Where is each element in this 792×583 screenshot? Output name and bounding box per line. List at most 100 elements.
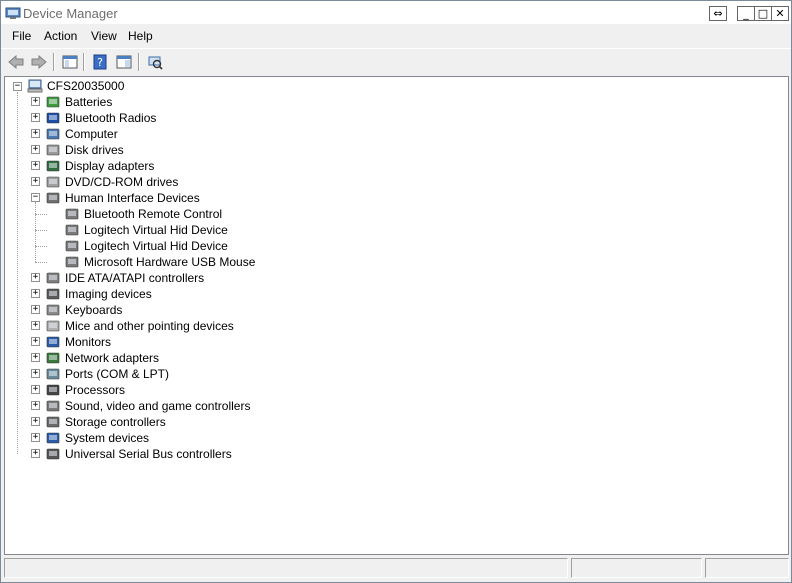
svg-text:?: ? — [97, 56, 103, 69]
device-manager-window: Device Manager ⇔ _ □ ✕ File Action View … — [0, 0, 792, 583]
port-icon — [46, 368, 60, 380]
window-title: Device Manager — [23, 6, 118, 21]
forward-icon[interactable] — [29, 53, 49, 71]
tree-category-label[interactable]: Mice and other pointing devices — [65, 318, 234, 334]
tree-root-label[interactable]: CFS20035000 — [47, 78, 124, 94]
properties-icon[interactable] — [114, 53, 134, 71]
system-icon — [46, 432, 60, 444]
tree-connector — [17, 92, 18, 454]
menu-action[interactable]: Action — [44, 29, 77, 43]
tree-device-label[interactable]: Microsoft Hardware USB Mouse — [84, 254, 255, 270]
tree-category-label[interactable]: Universal Serial Bus controllers — [65, 446, 232, 462]
tree-category-label[interactable]: Storage controllers — [65, 414, 166, 430]
close-button[interactable]: ✕ — [771, 6, 789, 21]
tree-category-label[interactable]: DVD/CD-ROM drives — [65, 174, 178, 190]
show-hide-console-tree-icon[interactable] — [60, 53, 80, 71]
tree-device-label[interactable]: Bluetooth Remote Control — [84, 206, 222, 222]
hid-device-icon — [65, 240, 79, 252]
computer-icon — [46, 128, 60, 140]
menu-view[interactable]: View — [91, 29, 117, 43]
tree-category-label[interactable]: Processors — [65, 382, 125, 398]
toolbar: ? — [1, 48, 791, 75]
expand-toggle[interactable]: + — [31, 449, 40, 458]
expand-toggle[interactable]: + — [31, 273, 40, 282]
tree-category-label[interactable]: Computer — [65, 126, 118, 142]
tree-category-label[interactable]: Monitors — [65, 334, 111, 350]
expand-toggle[interactable]: + — [31, 417, 40, 426]
restore-icon[interactable]: ⇔ — [709, 6, 727, 21]
expand-toggle[interactable]: + — [31, 321, 40, 330]
tree-category-label[interactable]: Human Interface Devices — [65, 190, 200, 206]
hid-device-icon — [65, 256, 79, 268]
scan-hardware-icon[interactable] — [145, 53, 165, 71]
expand-toggle[interactable]: + — [31, 145, 40, 154]
expand-toggle[interactable]: + — [31, 385, 40, 394]
computer-root-icon — [27, 79, 43, 93]
display-adapter-icon — [46, 160, 60, 172]
status-cell-2 — [571, 558, 702, 578]
expand-toggle[interactable]: + — [31, 97, 40, 106]
menu-bar: File Action View Help — [1, 25, 791, 47]
help-icon[interactable]: ? — [90, 53, 110, 71]
tree-category-label[interactable]: Sound, video and game controllers — [65, 398, 250, 414]
tree-connector — [35, 214, 47, 215]
sound-icon — [46, 400, 60, 412]
usb-icon — [46, 448, 60, 460]
expand-toggle[interactable]: + — [31, 113, 40, 122]
tree-category-label[interactable]: Keyboards — [65, 302, 122, 318]
expand-toggle[interactable]: + — [31, 129, 40, 138]
expand-toggle[interactable]: + — [31, 353, 40, 362]
expand-toggle[interactable]: + — [31, 401, 40, 410]
minimize-button[interactable]: _ — [737, 6, 755, 21]
collapse-toggle[interactable]: − — [31, 193, 40, 202]
keyboard-icon — [46, 304, 60, 316]
tree-connector — [35, 230, 47, 231]
tree-connector — [35, 262, 47, 263]
expand-toggle[interactable]: + — [31, 433, 40, 442]
toolbar-separator — [53, 53, 55, 71]
maximize-button[interactable]: □ — [754, 6, 772, 21]
tree-category-label[interactable]: Network adapters — [65, 350, 159, 366]
tree-category-label[interactable]: Imaging devices — [65, 286, 152, 302]
processor-icon — [46, 384, 60, 396]
tree-category-label[interactable]: Disk drives — [65, 142, 124, 158]
tree-connector — [35, 246, 47, 247]
device-manager-icon — [5, 7, 21, 19]
hid-icon — [46, 192, 60, 204]
tree-device-label[interactable]: Logitech Virtual Hid Device — [84, 238, 228, 254]
root-collapse-toggle[interactable]: − — [13, 82, 22, 91]
expand-toggle[interactable]: + — [31, 305, 40, 314]
expand-toggle[interactable]: + — [31, 369, 40, 378]
menu-help[interactable]: Help — [128, 29, 153, 43]
expand-toggle[interactable]: + — [31, 177, 40, 186]
tree-category-label[interactable]: System devices — [65, 430, 149, 446]
tree-category-label[interactable]: Batteries — [65, 94, 112, 110]
menu-file[interactable]: File — [12, 29, 31, 43]
ide-controller-icon — [46, 272, 60, 284]
disk-drive-icon — [46, 144, 60, 156]
expand-toggle[interactable]: + — [31, 289, 40, 298]
status-bar — [1, 556, 791, 582]
tree-category-label[interactable]: Display adapters — [65, 158, 154, 174]
status-cell-main — [4, 558, 568, 578]
title-bar[interactable]: Device Manager ⇔ _ □ ✕ — [1, 1, 791, 25]
hid-device-icon — [65, 208, 79, 220]
tree-category-label[interactable]: Bluetooth Radios — [65, 110, 156, 126]
tree-connector — [35, 202, 36, 262]
device-tree-pane[interactable]: − CFS20035000 + Batteries + Bluetooth Radio… — [4, 76, 789, 555]
toolbar-separator — [138, 53, 140, 71]
bluetooth-icon — [46, 112, 60, 124]
back-icon[interactable] — [6, 53, 26, 71]
monitor-icon — [46, 336, 60, 348]
tree-category-label[interactable]: Ports (COM & LPT) — [65, 366, 169, 382]
hid-device-icon — [65, 224, 79, 236]
expand-toggle[interactable]: + — [31, 161, 40, 170]
expand-toggle[interactable]: + — [31, 337, 40, 346]
imaging-icon — [46, 288, 60, 300]
toolbar-separator — [83, 53, 85, 71]
tree-category-label[interactable]: IDE ATA/ATAPI controllers — [65, 270, 204, 286]
tree-device-label[interactable]: Logitech Virtual Hid Device — [84, 222, 228, 238]
battery-icon — [46, 96, 60, 108]
mouse-icon — [46, 320, 60, 332]
dvd-drive-icon — [46, 176, 60, 188]
